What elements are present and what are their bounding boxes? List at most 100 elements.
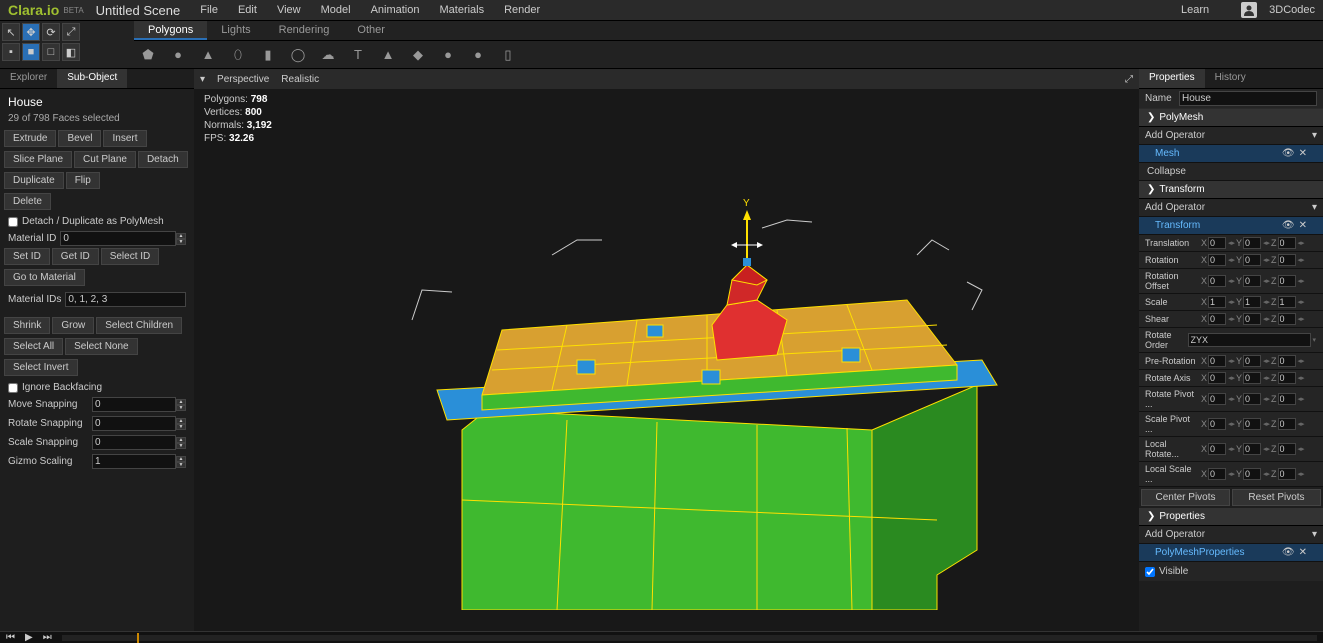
y-input[interactable] — [1243, 237, 1261, 249]
x-input[interactable] — [1208, 275, 1226, 287]
dropdown-icon[interactable]: ▾ — [1312, 202, 1317, 213]
detach-polymesh-checkbox[interactable] — [8, 217, 18, 227]
selectall-button[interactable]: Select All — [4, 338, 63, 355]
goto-material-button[interactable]: Go to Material — [4, 269, 85, 286]
tool-move-icon[interactable]: ✥ — [22, 23, 40, 41]
transform-section[interactable]: ❯ Transform — [1139, 181, 1323, 199]
mesh-item[interactable]: Mesh — [1155, 148, 1179, 159]
viewport[interactable]: ▾ Perspective Realistic ⤢ Polygons: 798 … — [194, 69, 1139, 631]
y-input[interactable] — [1243, 418, 1261, 430]
collapse-button[interactable]: Collapse — [1139, 163, 1323, 181]
selectnone-button[interactable]: Select None — [65, 338, 137, 355]
tool-face-icon[interactable]: ■ — [22, 43, 40, 61]
x-input[interactable] — [1208, 355, 1226, 367]
x-input[interactable] — [1208, 418, 1226, 430]
tool-select-icon[interactable]: ↖ — [2, 23, 20, 41]
tool-element-icon[interactable]: ◧ — [62, 43, 80, 61]
insert-button[interactable]: Insert — [103, 130, 146, 147]
tab-history[interactable]: History — [1205, 69, 1256, 88]
timeline-prev-icon[interactable]: ⏮ — [6, 632, 15, 643]
shape-sphere-icon[interactable]: ● — [170, 47, 186, 63]
setid-button[interactable]: Set ID — [4, 248, 50, 265]
menu-view[interactable]: View — [277, 4, 301, 16]
scale-snap-input[interactable] — [92, 435, 176, 450]
menu-animation[interactable]: Animation — [371, 4, 420, 16]
center-pivots-button[interactable]: Center Pivots — [1141, 489, 1230, 506]
close-icon[interactable]: ✕ — [1299, 148, 1307, 159]
tab-lights[interactable]: Lights — [207, 21, 264, 40]
reset-pivots-button[interactable]: Reset Pivots — [1232, 489, 1321, 506]
x-input[interactable] — [1208, 237, 1226, 249]
timeline[interactable]: ⏮ ▶ ⏭ — [0, 631, 1323, 643]
shape-cylinder-icon[interactable]: ⬯ — [230, 47, 246, 63]
shape-teapot-icon[interactable]: ☁ — [320, 47, 336, 63]
learn-link[interactable]: Learn — [1181, 4, 1209, 16]
eye-icon[interactable]: 👁 — [1282, 220, 1295, 231]
y-input[interactable] — [1243, 275, 1261, 287]
detach-button[interactable]: Detach — [138, 151, 188, 168]
sliceplane-button[interactable]: Slice Plane — [4, 151, 72, 168]
x-input[interactable] — [1208, 372, 1226, 384]
gizmo-scale-input[interactable] — [92, 454, 176, 469]
x-input[interactable] — [1208, 443, 1226, 455]
add-operator-1[interactable]: Add Operator — [1145, 130, 1205, 141]
dropdown-icon[interactable]: ▾ — [1313, 336, 1318, 344]
z-input[interactable] — [1278, 313, 1296, 325]
selectinvert-button[interactable]: Select Invert — [4, 359, 78, 376]
menu-render[interactable]: Render — [504, 4, 540, 16]
z-input[interactable] — [1278, 372, 1296, 384]
tab-explorer[interactable]: Explorer — [0, 69, 57, 88]
y-input[interactable] — [1243, 254, 1261, 266]
eye-icon[interactable]: 👁 — [1282, 547, 1295, 558]
tool-rotate-icon[interactable]: ⟳ — [42, 23, 60, 41]
z-input[interactable] — [1278, 468, 1296, 480]
y-input[interactable] — [1243, 372, 1261, 384]
delete-button[interactable]: Delete — [4, 193, 51, 210]
spin-down-icon[interactable]: ▼ — [176, 239, 186, 245]
rotate-order-select[interactable] — [1188, 333, 1311, 347]
rotate-snap-input[interactable] — [92, 416, 176, 431]
material-ids-input[interactable] — [65, 292, 186, 307]
shape-geosphere-icon[interactable]: ● — [440, 47, 456, 63]
shape-plane-icon[interactable]: ▮ — [260, 47, 276, 63]
add-operator-2[interactable]: Add Operator — [1145, 202, 1205, 213]
y-input[interactable] — [1243, 313, 1261, 325]
duplicate-button[interactable]: Duplicate — [4, 172, 64, 189]
selectchildren-button[interactable]: Select Children — [96, 317, 182, 334]
user-name[interactable]: 3DCodec — [1269, 4, 1315, 16]
properties-section[interactable]: ❯ Properties — [1139, 508, 1323, 526]
x-input[interactable] — [1208, 313, 1226, 325]
tool-scale-icon[interactable]: ⤢ — [62, 23, 80, 41]
name-input[interactable] — [1179, 91, 1317, 106]
shape-pyramid-icon[interactable]: ▲ — [380, 47, 396, 63]
viewport-maximize-icon[interactable]: ⤢ — [1125, 74, 1133, 85]
dropdown-icon[interactable]: ▾ — [1312, 529, 1317, 540]
x-input[interactable] — [1208, 254, 1226, 266]
close-icon[interactable]: ✕ — [1299, 220, 1307, 231]
tab-other[interactable]: Other — [343, 21, 399, 40]
grow-button[interactable]: Grow — [52, 317, 94, 334]
shape-capsule-icon[interactable]: ▯ — [500, 47, 516, 63]
tab-subobject[interactable]: Sub-Object — [57, 69, 127, 88]
timeline-play-icon[interactable]: ▶ — [25, 632, 33, 643]
x-input[interactable] — [1208, 393, 1226, 405]
z-input[interactable] — [1278, 393, 1296, 405]
material-id-input[interactable] — [60, 231, 176, 246]
z-input[interactable] — [1278, 443, 1296, 455]
menu-materials[interactable]: Materials — [439, 4, 484, 16]
timeline-track[interactable] — [62, 635, 1317, 641]
move-snap-input[interactable] — [92, 397, 176, 412]
x-input[interactable] — [1208, 468, 1226, 480]
flip-button[interactable]: Flip — [66, 172, 100, 189]
y-input[interactable] — [1243, 393, 1261, 405]
getid-button[interactable]: Get ID — [52, 248, 99, 265]
shape-cone-icon[interactable]: ▲ — [200, 47, 216, 63]
polymeshprops-item[interactable]: PolyMeshProperties — [1155, 547, 1244, 558]
tool-vertex-icon[interactable]: ▪ — [2, 43, 20, 61]
shape-text-icon[interactable]: T — [350, 47, 366, 63]
shape-box-icon[interactable]: ◆ — [410, 47, 426, 63]
timeline-next-icon[interactable]: ⏭ — [43, 632, 52, 643]
y-input[interactable] — [1243, 468, 1261, 480]
z-input[interactable] — [1278, 355, 1296, 367]
y-input[interactable] — [1243, 296, 1261, 308]
